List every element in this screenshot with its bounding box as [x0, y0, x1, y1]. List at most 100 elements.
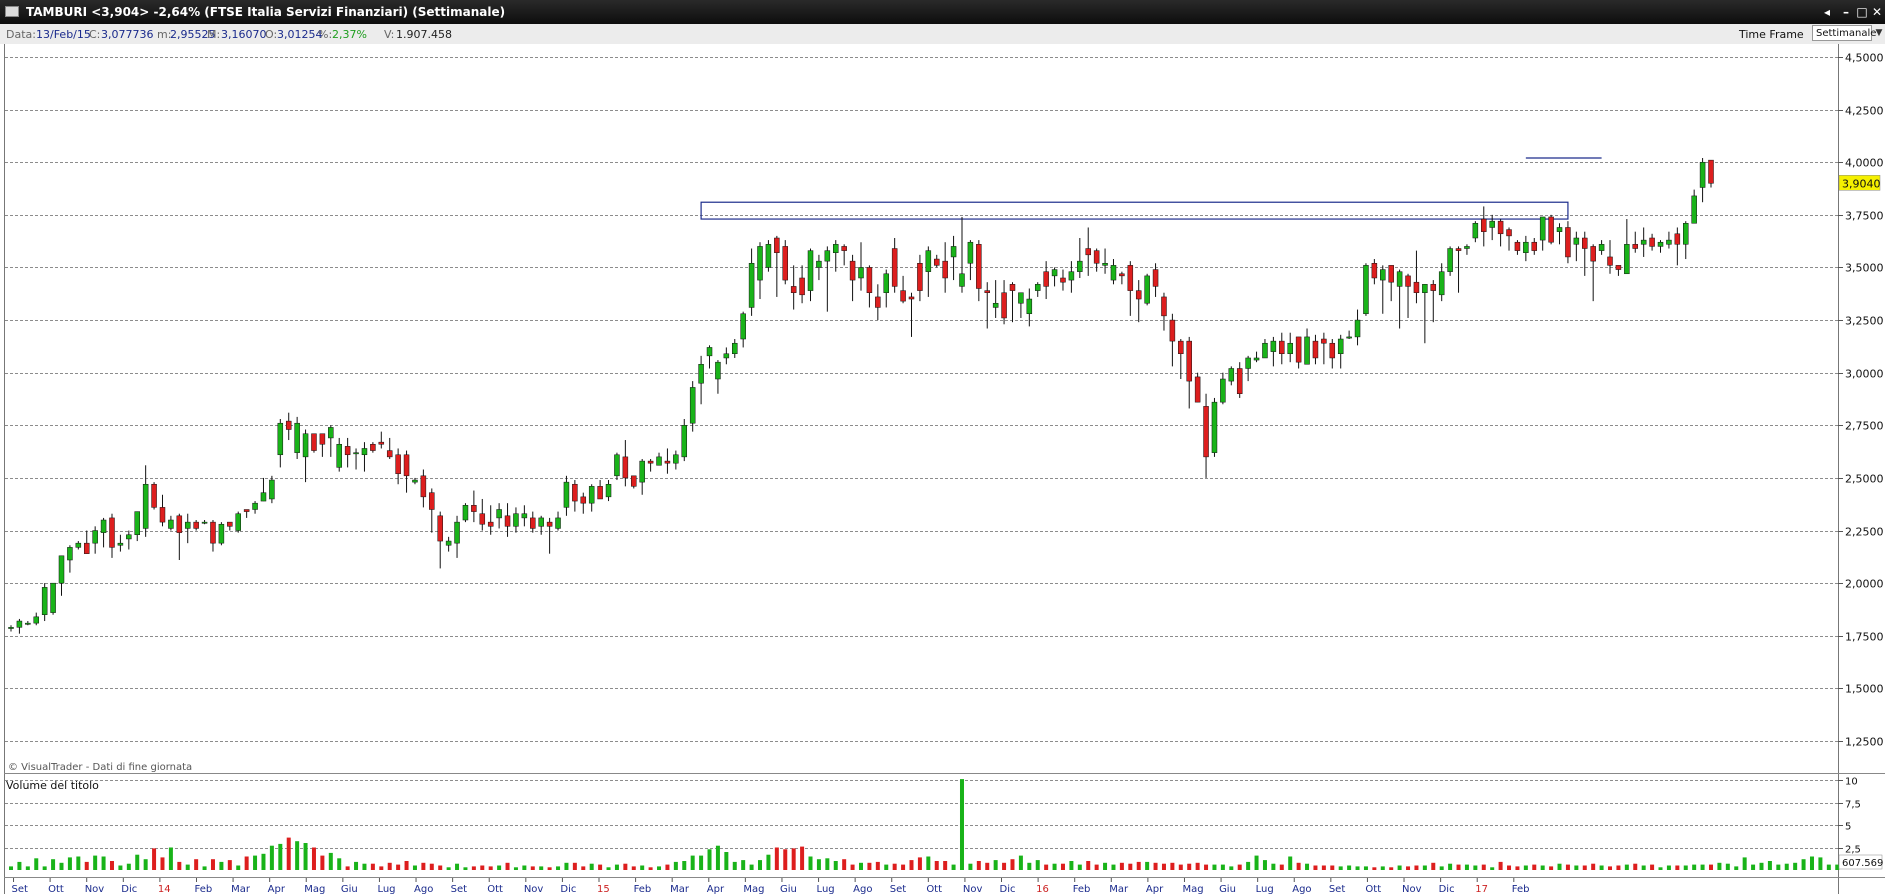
volume-bar — [152, 848, 157, 870]
candle-body — [757, 246, 763, 281]
volume-bar — [564, 862, 569, 870]
candle-body — [1514, 241, 1521, 251]
candle-body — [1220, 378, 1226, 403]
volume-bar — [387, 862, 392, 870]
month-tick-label: Feb — [1073, 884, 1091, 894]
volume-bar — [227, 860, 232, 870]
volume-bar — [1448, 863, 1453, 870]
candle-body — [445, 540, 452, 546]
candle-body — [950, 246, 957, 258]
volume-bar — [1759, 862, 1764, 870]
candle-body — [1287, 342, 1293, 355]
volume-bar — [236, 865, 241, 870]
volume-bar — [1136, 861, 1141, 870]
candle-body — [1674, 233, 1681, 245]
timeframe-label: Time Frame — [1739, 28, 1804, 41]
candle-body — [159, 507, 166, 523]
candle-body — [984, 290, 990, 293]
price-tick-label: 3,5000 — [1845, 262, 1884, 275]
month-tick-label: Set — [890, 884, 907, 894]
month-tick-label: Ago — [414, 884, 433, 894]
volume-bar — [185, 864, 190, 870]
candle-body — [1034, 284, 1041, 291]
candle-body — [1708, 159, 1714, 184]
volume-bar — [345, 866, 350, 870]
pct-label: %: — [318, 28, 333, 41]
volume-bar — [1582, 865, 1587, 870]
chart-background — [0, 44, 1885, 894]
volume-bar — [118, 865, 123, 870]
candle-body — [294, 422, 300, 453]
volume-bar — [589, 863, 594, 870]
candle-body — [732, 342, 738, 355]
volume-bar — [1801, 859, 1806, 870]
volume-bar — [1422, 865, 1427, 870]
candle-body — [319, 433, 326, 445]
candle-body — [1666, 239, 1672, 245]
month-tick-label: Mag — [1182, 884, 1203, 894]
candle-body — [1691, 195, 1697, 224]
candle-body — [1245, 357, 1251, 369]
volume-bar — [1178, 864, 1183, 870]
candle-body — [1346, 336, 1352, 339]
volume-bar — [699, 855, 704, 870]
candle-body — [302, 433, 309, 458]
volume-value: 1.907.458 — [396, 28, 452, 41]
candle-body — [1295, 336, 1302, 363]
volume-bar — [1363, 866, 1368, 870]
volume-bar — [581, 866, 586, 870]
volume-bar — [1616, 865, 1621, 870]
candle-body — [614, 454, 620, 477]
volume-bar — [76, 856, 81, 870]
candle-body — [1093, 250, 1100, 264]
volume-bar — [943, 861, 948, 870]
maximize-button[interactable]: □ — [1855, 5, 1869, 19]
candle-body — [176, 515, 183, 533]
month-tick-label: Set — [451, 884, 468, 894]
volume-bar — [253, 855, 258, 870]
volume-tick-label: 5 — [1845, 822, 1851, 833]
candle-body — [774, 237, 780, 253]
candle-body — [942, 260, 948, 279]
volume-bar — [1330, 865, 1335, 870]
month-tick-label: Dic — [121, 884, 137, 894]
volume-bar — [1456, 864, 1461, 870]
candle-body — [1077, 260, 1083, 272]
volume-bar — [1397, 865, 1402, 870]
volume-bar — [1195, 862, 1200, 870]
candle-body — [1447, 248, 1453, 272]
candle-body — [134, 511, 140, 535]
candle-body — [420, 475, 427, 498]
candle-body — [193, 521, 199, 529]
volume-bar — [875, 861, 880, 870]
price-tick-label: 3,2500 — [1845, 315, 1884, 328]
month-tick-label: Mag — [743, 884, 764, 894]
candle-body — [168, 519, 174, 529]
candle-body — [33, 616, 39, 624]
minimize-button[interactable]: – — [1839, 5, 1853, 19]
volume-bar — [909, 860, 914, 870]
timeframe-select[interactable]: Settimanale — [1812, 25, 1876, 41]
candle-body — [521, 513, 528, 519]
volume-bar — [202, 866, 207, 870]
year-tick-label: 14 — [158, 884, 171, 894]
candle-body — [1489, 220, 1495, 228]
candle-body — [1270, 340, 1277, 352]
volume-tick-label: 2,5 — [1845, 845, 1861, 856]
candle-body — [689, 387, 696, 424]
pin-icon[interactable]: ◂ — [1820, 5, 1834, 19]
candle-body — [1203, 406, 1209, 458]
volume-bar — [951, 864, 956, 870]
month-tick-label: Apr — [268, 884, 286, 894]
volume-bar — [438, 865, 443, 870]
volume-bar — [1103, 862, 1108, 870]
volume-bar — [42, 866, 47, 870]
candle-body — [639, 460, 645, 483]
candle-body — [917, 263, 923, 291]
candle-body — [336, 443, 342, 468]
price-chart[interactable]: 4,5000 4,2500 4,0000 3,7500 3,5000 3,2500 3,00… — [0, 44, 1885, 894]
chevron-down-icon[interactable]: ▼ — [1873, 25, 1885, 41]
volume-bar — [774, 847, 779, 870]
close-button[interactable]: ✕ — [1870, 5, 1884, 19]
candle-body — [1228, 368, 1235, 382]
